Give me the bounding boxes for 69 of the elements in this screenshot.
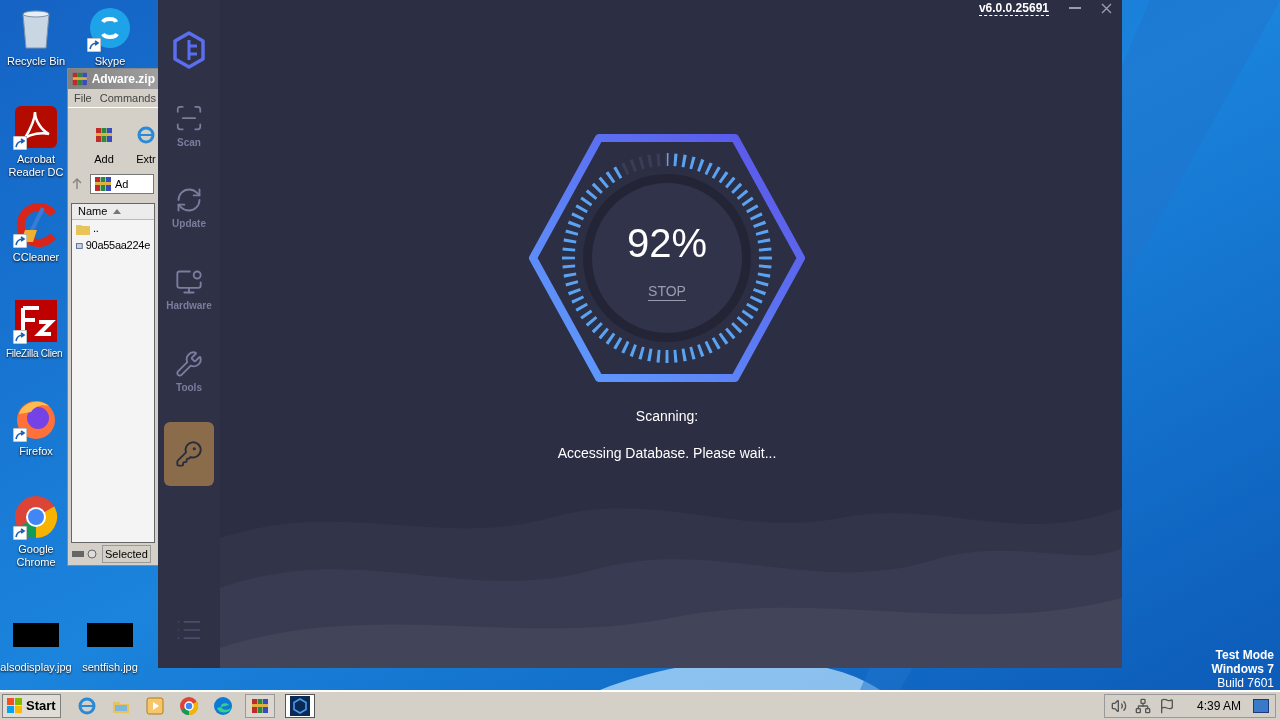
version-link[interactable]: v6.0.0.25691 <box>978 0 1049 16</box>
desktop-icon-label[interactable]: FileZilla Clien <box>3 347 63 360</box>
scan-percentage: 92% <box>626 222 708 263</box>
shortcut-arrow-icon <box>87 38 101 52</box>
nav-item[interactable]: Update <box>164 176 214 240</box>
close-icon[interactable] <box>1101 2 1112 14</box>
media-player-icon <box>144 696 165 716</box>
desktop-icon-label[interactable]: alsodisplay.jpg <box>0 661 72 674</box>
file-row[interactable]: 90a55aa224e <box>72 237 154 254</box>
edge-icon <box>212 696 233 716</box>
pdf-reader-icon <box>13 104 59 150</box>
address-field[interactable]: Ad <box>90 174 154 194</box>
system-watermark-text: Test Mode <box>1215 648 1274 662</box>
key-icon <box>175 440 203 468</box>
flag-icon[interactable] <box>1158 698 1175 714</box>
stop-button[interactable]: STOP <box>648 280 686 302</box>
file-name: 90a55aa224e <box>85 238 150 254</box>
taskbar-app[interactable] <box>284 694 315 718</box>
column-header[interactable]: Name <box>72 204 154 220</box>
shortcut-arrow-icon <box>13 330 27 344</box>
nav-item[interactable]: Hardware <box>164 258 214 322</box>
ftp-client-icon <box>13 298 59 344</box>
scan-status: Scanning: <box>635 407 699 426</box>
shortcut-arrow-icon <box>13 428 27 442</box>
image-thumbnail-icon <box>87 623 133 647</box>
system-watermark-text: Windows 7 <box>1211 662 1274 676</box>
archive-icon <box>93 174 113 194</box>
window-title: Adware.zip <box>91 71 155 88</box>
drive-icon <box>72 549 98 559</box>
image-thumbnail-icon <box>13 623 59 647</box>
file-name: .. <box>93 221 99 237</box>
menu-item[interactable]: File <box>74 89 92 107</box>
network-icon[interactable] <box>1134 698 1151 714</box>
desktop-icon-label[interactable]: Google Chrome <box>3 543 69 569</box>
toolbar-button[interactable]: Extr <box>130 118 158 167</box>
desktop-icon-label[interactable]: CCleaner <box>12 251 60 264</box>
desktop-icon-label[interactable]: Firefox <box>19 445 53 458</box>
chrome-icon <box>13 494 59 540</box>
up-arrow-icon[interactable] <box>72 178 82 190</box>
app-logo-icon <box>171 30 207 70</box>
desktop-icon-label[interactable]: sentfish.jpg <box>82 661 138 674</box>
toolbar-button[interactable]: Add <box>88 118 120 167</box>
nav-item[interactable]: Tools <box>164 340 214 404</box>
nav-item[interactable]: Scan <box>164 94 214 158</box>
folder-icon <box>76 222 90 235</box>
desktop-icon-label[interactable]: Acrobat Reader DC <box>3 153 69 179</box>
archive-icon <box>249 696 270 716</box>
shield-app-icon <box>289 696 310 716</box>
shortcut-arrow-icon <box>13 136 27 150</box>
desktop-icon-label[interactable]: Recycle Bin <box>6 55 66 68</box>
browser-icon <box>136 124 156 145</box>
status-text: Selected <box>102 544 151 564</box>
start-button[interactable]: Start <box>2 694 61 718</box>
sort-arrow-icon <box>113 209 122 214</box>
menu-item[interactable]: Commands <box>99 89 156 107</box>
chrome-icon <box>178 696 199 716</box>
browser-icon <box>76 696 97 716</box>
system-watermark-text: Build 7601 <box>1217 676 1274 690</box>
shortcut-arrow-icon <box>13 234 27 248</box>
desktop-icon-label[interactable]: Skype <box>94 55 126 68</box>
shortcut-arrow-icon <box>13 526 27 540</box>
scan-detail: Accessing Database. Please wait... <box>557 444 777 463</box>
windows-logo-icon <box>7 698 23 714</box>
nav-item[interactable] <box>164 422 214 486</box>
clock[interactable]: 4:39 AM <box>1196 697 1241 715</box>
show-desktop-button[interactable] <box>1253 699 1269 713</box>
wrench-icon <box>175 349 203 378</box>
file-row[interactable]: .. <box>72 220 154 237</box>
volume-icon[interactable] <box>1110 698 1127 714</box>
